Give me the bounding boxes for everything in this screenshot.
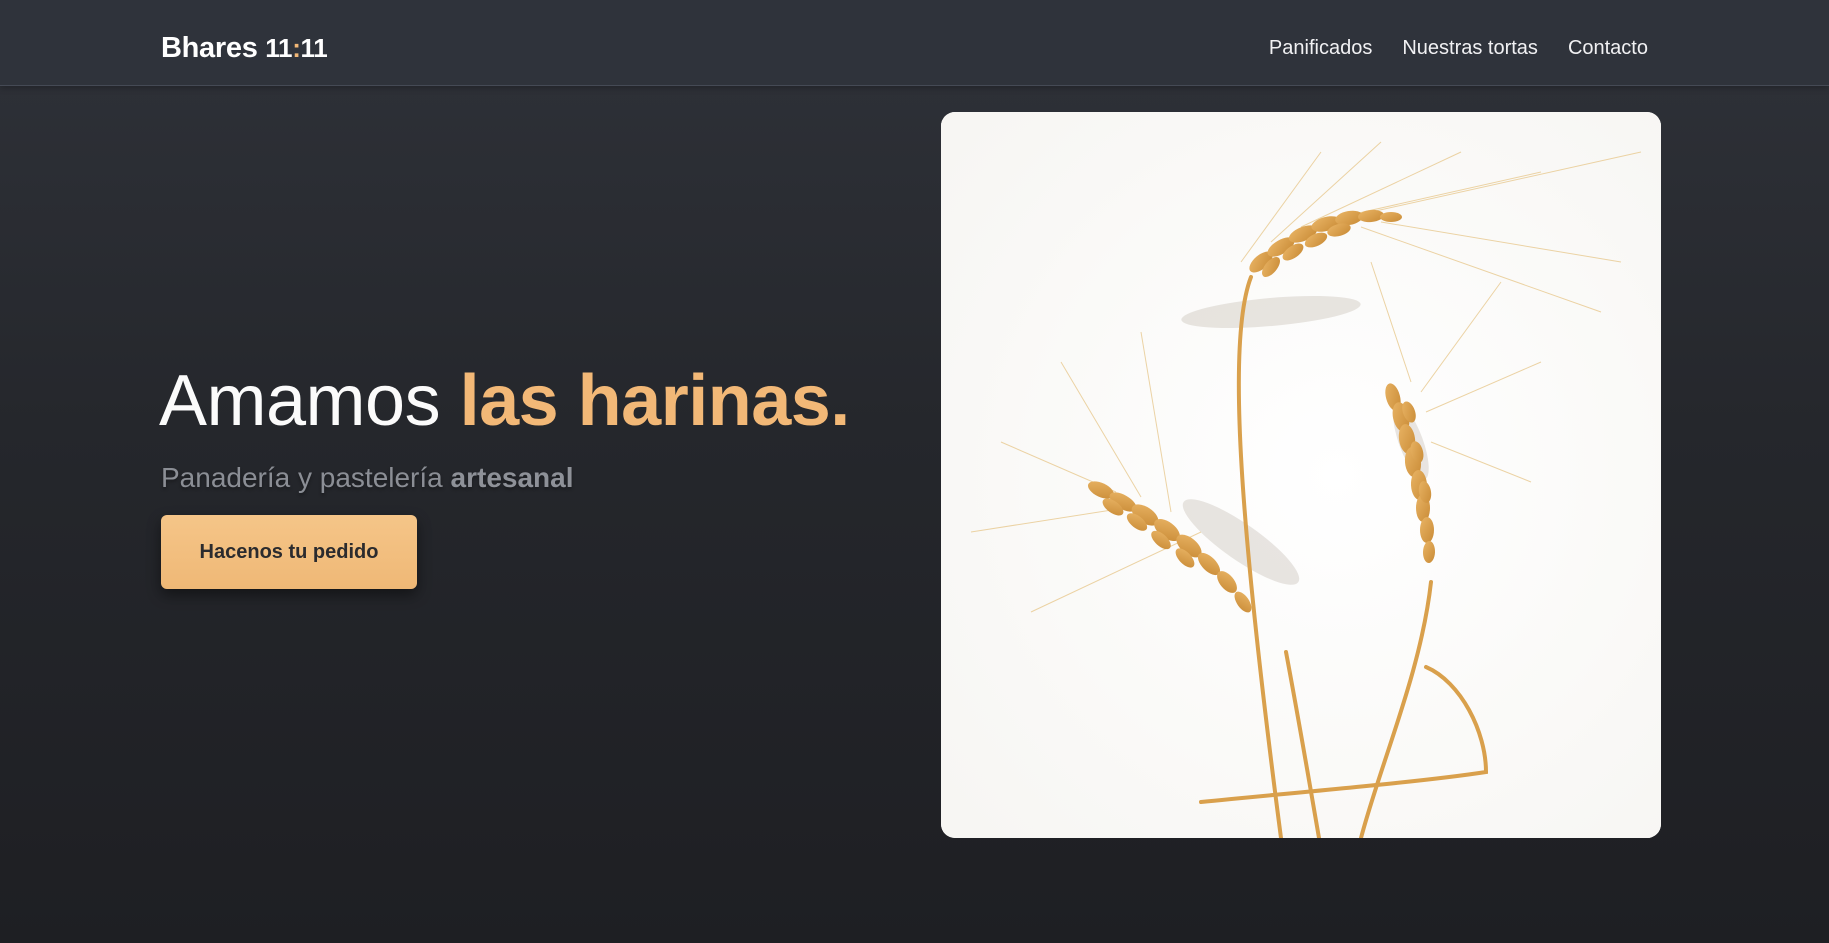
hero-title-accent: las harinas. — [459, 361, 851, 441]
wheat-illustration — [941, 112, 1661, 838]
main-nav: Panificados Nuestras tortas Contacto — [1269, 34, 1648, 62]
hero-title-light: Amamos — [159, 361, 441, 441]
nav-link-panificados[interactable]: Panificados — [1269, 34, 1372, 62]
brand-colon: : — [292, 33, 301, 63]
hero-subtitle: Panadería y pastelería artesanal — [161, 458, 574, 498]
hero-title: Amamos las harinas. — [159, 355, 850, 447]
brand-number-hours: 11 — [265, 33, 293, 63]
brand-number: 11:11 — [265, 33, 327, 63]
brand-logo[interactable]: Bhares 11:11 — [161, 30, 328, 66]
hero-image — [941, 112, 1661, 838]
navbar: Bhares 11:11 Panificados Nuestras tortas… — [0, 0, 1829, 86]
hero-subtitle-light: Panadería y pastelería — [161, 462, 443, 493]
order-button[interactable]: Hacenos tu pedido — [161, 515, 417, 589]
hero-subtitle-bold: artesanal — [450, 462, 574, 493]
nav-link-contacto[interactable]: Contacto — [1568, 34, 1648, 62]
brand-name: Bhares — [161, 32, 258, 64]
brand-number-minutes: 11 — [300, 33, 328, 63]
nav-link-nuestras-tortas[interactable]: Nuestras tortas — [1402, 34, 1538, 62]
